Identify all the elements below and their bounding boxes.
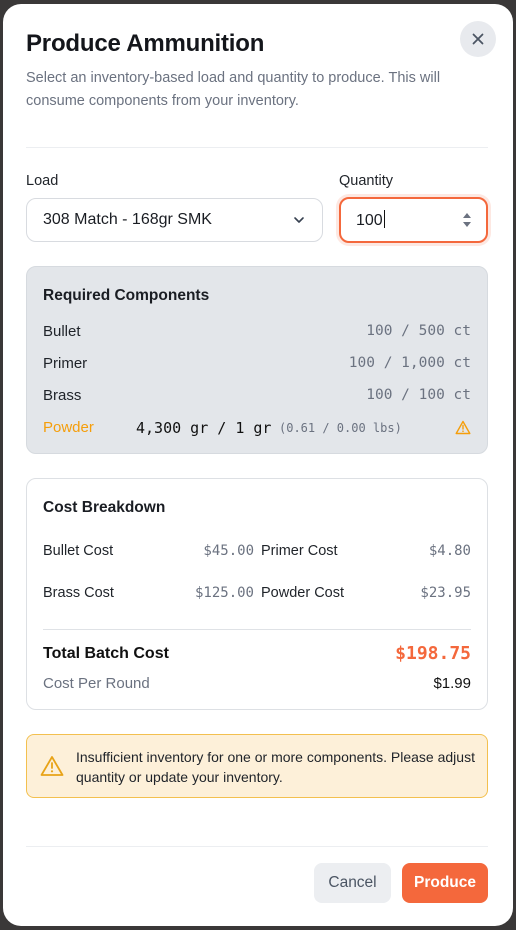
component-row-primer: Primer 100 / 1,000 ct [43,355,471,375]
component-name: Primer [43,355,88,372]
quantity-value: 100 [356,212,383,229]
warning-icon [455,420,471,435]
close-button[interactable] [460,21,496,57]
component-value: 100 / 1,000 ct [348,355,471,371]
warning-icon [40,756,64,776]
component-row-brass: Brass 100 / 100 ct [43,387,471,407]
chevron-down-icon [294,217,304,223]
primer-cost-label: Primer Cost [261,543,338,559]
cost-divider [43,629,471,630]
cost-per-round-label: Cost Per Round [43,675,150,692]
component-row-bullet: Bullet 100 / 500 ct [43,323,471,343]
component-value: 100 / 500 ct [366,323,471,339]
quantity-input[interactable]: 100 [339,197,488,243]
footer-divider [26,846,488,847]
powder-lbs: (0.61 / 0.00 lbs) [279,421,402,435]
load-label: Load [26,173,59,189]
required-components-title: Required Components [43,287,210,304]
powder-cost-value: $23.95 [420,585,471,601]
component-name: Bullet [43,323,81,340]
bullet-cost-value: $45.00 [203,543,254,559]
load-select-value: 308 Match - 168gr SMK [43,211,212,228]
required-components-panel: Required Components Bullet 100 / 500 ct … [26,266,488,454]
total-batch-cost-value: $198.75 [395,643,471,664]
produce-ammunition-dialog: Produce Ammunition Select an inventory-b… [3,4,513,926]
component-row-powder: Powder 4,300 gr / 1 gr (0.61 / 0.00 lbs) [43,419,471,439]
cost-per-round-value: $1.99 [433,675,471,692]
close-icon [472,33,484,45]
component-name: Powder [43,419,94,436]
insufficient-inventory-alert: Insufficient inventory for one or more c… [26,734,488,798]
bullet-cost-label: Bullet Cost [43,543,114,559]
dialog-subtitle: Select an inventory-based load and quant… [26,70,441,109]
primer-cost-value: $4.80 [428,543,471,559]
total-batch-cost-label: Total Batch Cost [43,645,169,662]
brass-cost-value: $125.00 [194,585,254,601]
cost-breakdown-title: Cost Breakdown [43,499,166,516]
component-name: Brass [43,387,82,404]
produce-button[interactable]: Produce [402,863,488,903]
header-divider [26,147,488,148]
powder-value: 4,300 gr / 1 gr [136,419,272,437]
cost-breakdown-panel: Cost Breakdown Bullet Cost $45.00 Primer… [26,478,488,710]
dialog-title: Produce Ammunition [26,30,265,57]
cancel-button[interactable]: Cancel [314,863,391,903]
brass-cost-label: Brass Cost [43,585,114,601]
powder-cost-label: Powder Cost [261,585,345,601]
alert-message: Insufficient inventory for one or more c… [76,749,475,785]
load-select[interactable]: 308 Match - 168gr SMK [26,198,323,242]
component-value: 100 / 100 ct [366,387,471,403]
stepper-icon[interactable] [462,210,472,230]
quantity-label: Quantity [339,173,393,189]
